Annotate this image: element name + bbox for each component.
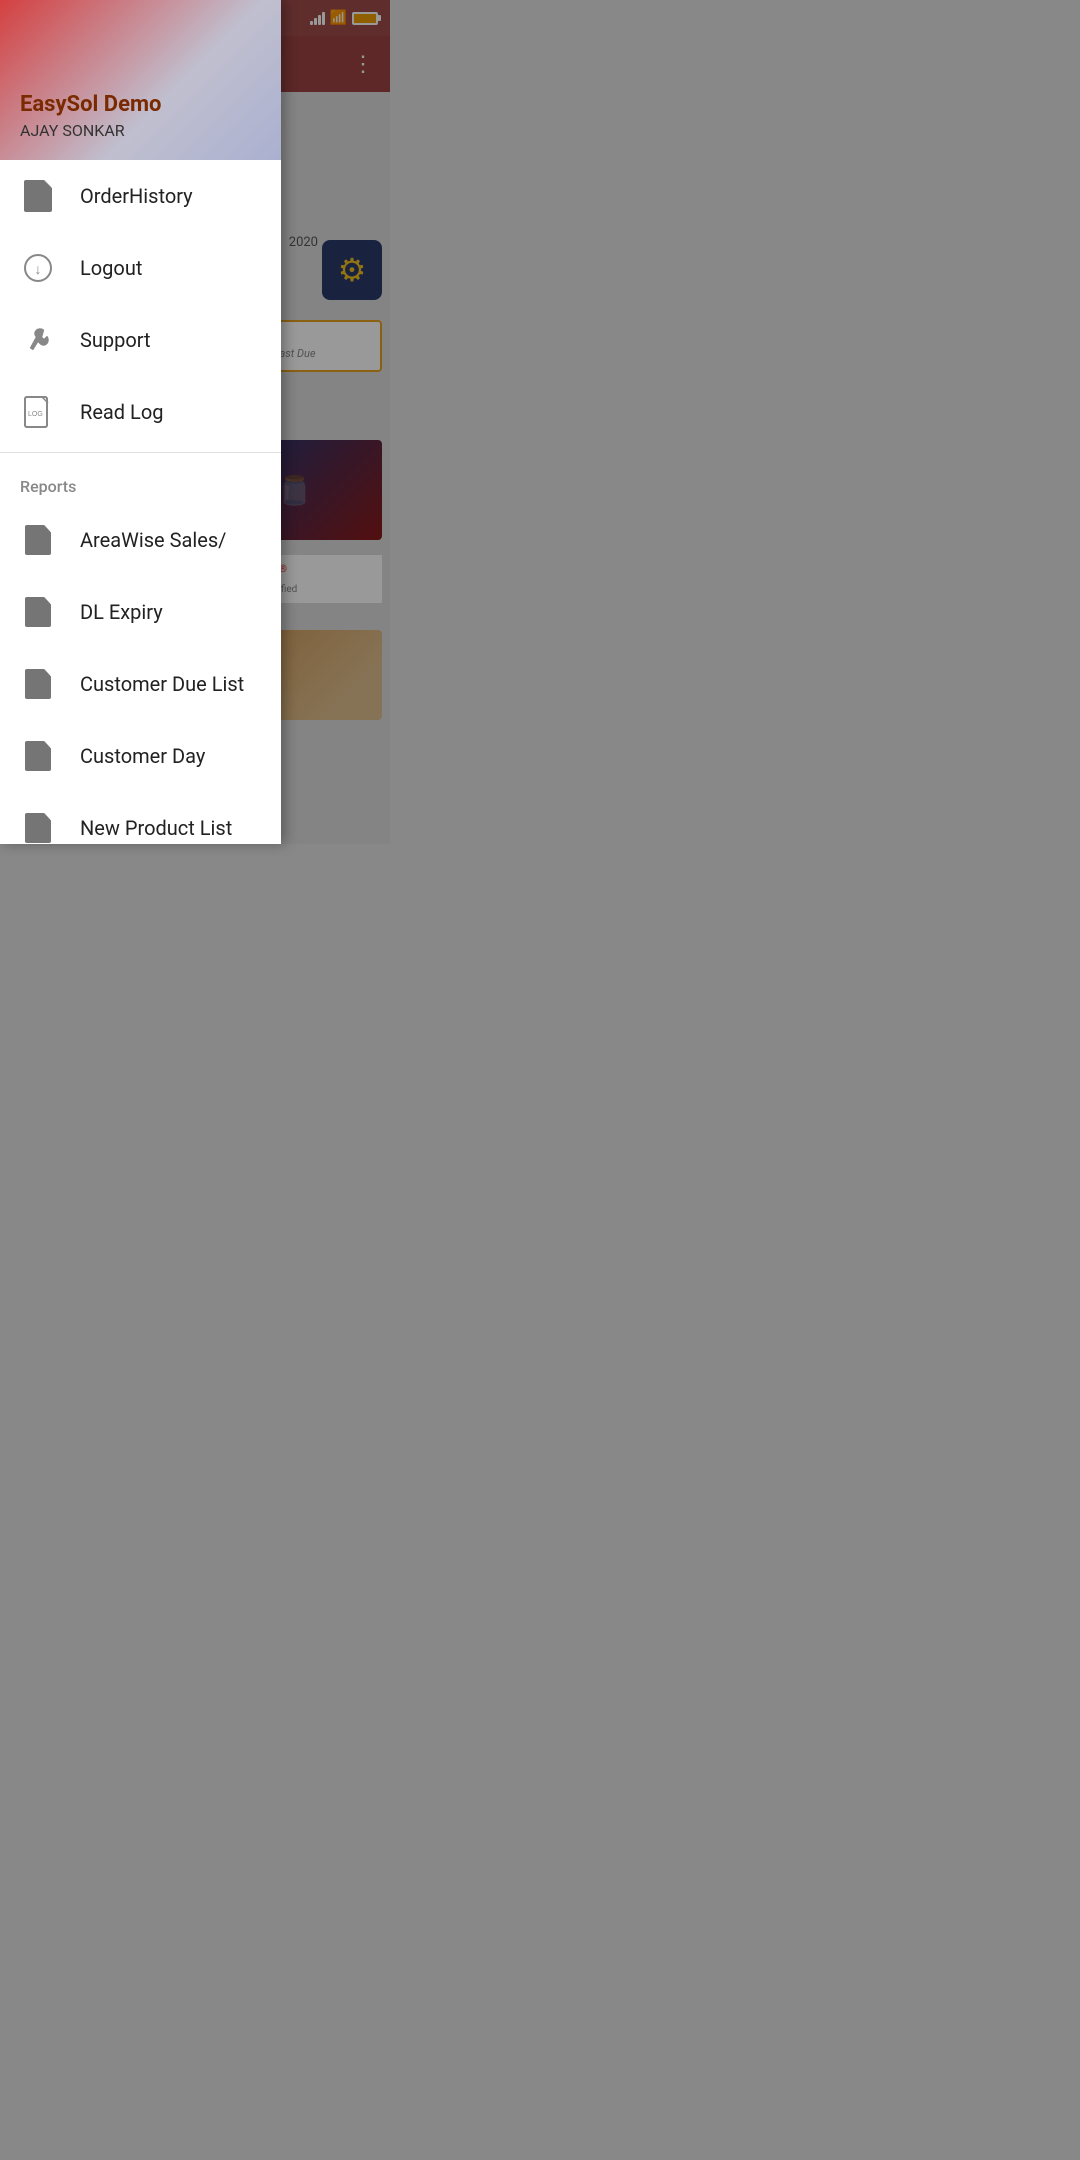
customer-day-label: Customer Day (80, 744, 205, 768)
new-product-list-icon (20, 810, 56, 844)
areawise-sales-icon (20, 522, 56, 558)
customer-due-list-label: Customer Due List (80, 672, 244, 696)
drawer-menu: OrderHistory ↓ Logout Support (0, 160, 281, 844)
customer-day-icon (20, 738, 56, 774)
order-history-label: OrderHistory (80, 184, 193, 208)
svg-text:LOG: LOG (28, 411, 43, 418)
support-label: Support (80, 328, 151, 352)
menu-item-new-product-list[interactable]: New Product List (0, 792, 281, 844)
logout-icon: ↓ (20, 250, 56, 286)
menu-item-dl-expiry[interactable]: DL Expiry (0, 576, 281, 648)
menu-item-customer-day[interactable]: Customer Day (0, 720, 281, 792)
logout-label: Logout (80, 256, 142, 280)
section-header-reports: Reports (0, 457, 281, 504)
menu-item-support[interactable]: Support (0, 304, 281, 376)
new-product-list-label: New Product List (80, 816, 232, 840)
divider-1 (0, 452, 281, 453)
read-log-label: Read Log (80, 400, 163, 424)
drawer-header: EasySol Demo AJAY SONKAR (0, 0, 281, 160)
order-history-icon (20, 178, 56, 214)
customer-due-list-icon (20, 666, 56, 702)
areawise-sales-label: AreaWise Sales/ (80, 528, 226, 552)
menu-item-read-log[interactable]: LOG Read Log (0, 376, 281, 448)
user-name: AJAY SONKAR (20, 121, 261, 140)
read-log-icon: LOG (20, 394, 56, 430)
dl-expiry-icon (20, 594, 56, 630)
menu-item-logout[interactable]: ↓ Logout (0, 232, 281, 304)
menu-item-customer-due-list[interactable]: Customer Due List (0, 648, 281, 720)
menu-item-areawise-sales[interactable]: AreaWise Sales/ (0, 504, 281, 576)
menu-item-order-history[interactable]: OrderHistory (0, 160, 281, 232)
app-name: EasySol Demo (20, 92, 261, 117)
dl-expiry-label: DL Expiry (80, 600, 163, 624)
navigation-drawer: EasySol Demo AJAY SONKAR OrderHistory ↓ … (0, 0, 281, 844)
support-icon (20, 322, 56, 358)
